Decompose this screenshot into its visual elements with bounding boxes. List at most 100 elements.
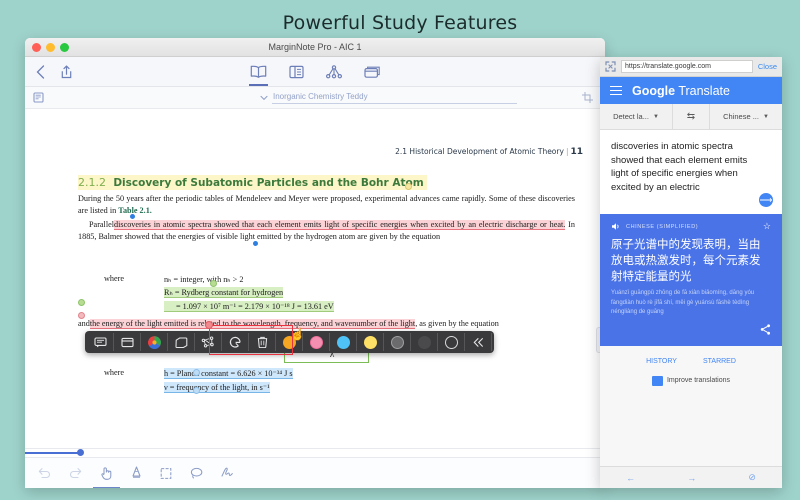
annotation-dot-blue-1[interactable] (193, 369, 200, 376)
annotation-handle-end[interactable] (252, 240, 259, 247)
app-window: MarginNote Pro - AIC 1 31 (25, 38, 605, 488)
paragraph-3: andthe energy of the light emitted is re… (78, 318, 575, 330)
maximize-button[interactable] (60, 43, 69, 52)
paragraph-1-text: During the 50 years after the periodic t… (78, 194, 575, 215)
swatch-blue[interactable] (330, 333, 357, 351)
highlight-blue-2[interactable]: ν = frequency of the light, in s⁻¹ (164, 382, 270, 393)
target-language-label: Chinese ... (723, 112, 759, 121)
swatch-white[interactable] (438, 333, 465, 351)
collapse-chevron-icon[interactable] (465, 333, 492, 351)
swatch-yellow[interactable] (357, 333, 384, 351)
running-head-text: 2.1 Historical Development of Atomic The… (395, 147, 564, 156)
window-titlebar: MarginNote Pro - AIC 1 (25, 38, 605, 57)
starred-link[interactable]: STARRED (703, 358, 736, 365)
improve-translations-link[interactable]: Improve translations (600, 376, 782, 386)
share-icon[interactable] (611, 324, 771, 337)
where-label-1: where (78, 274, 164, 284)
swatch-dark[interactable] (411, 333, 438, 351)
color-wheel-icon[interactable] (141, 333, 168, 351)
bottom-toolbar (25, 457, 605, 488)
target-language-select[interactable]: Chinese ... ▼ (710, 104, 782, 129)
rectangle-icon[interactable] (160, 467, 172, 480)
source-language-label: Detect la... (613, 112, 649, 121)
paragraph-2: Paralleldiscoveries in atomic spectra sh… (78, 219, 575, 244)
highlight-green-1[interactable]: Rₕ = Rydberg constant for hydrogen (164, 287, 283, 298)
chevron-down-icon: ▼ (763, 114, 769, 120)
paragraph-3-tail: , as given by the equation (415, 319, 499, 328)
where-label-2: where (78, 368, 164, 379)
select-hand-icon[interactable] (100, 466, 113, 480)
window-controls (32, 43, 69, 52)
where-row-2b: = 1.097 × 10⁷ m⁻¹ = 2.179 × 10⁻¹⁸ J = 13… (78, 301, 575, 312)
where-text-1: nₕ = integer, with nₕ > 2 (164, 274, 243, 284)
url-input[interactable]: https://translate.google.com (621, 60, 753, 73)
pen-icon[interactable] (131, 466, 142, 480)
star-icon[interactable]: ☆ (763, 221, 771, 232)
close-button[interactable] (32, 43, 41, 52)
annotation-dot-green-2[interactable] (78, 299, 85, 306)
split-view-icon[interactable] (289, 65, 304, 79)
tag-icon[interactable] (168, 333, 195, 351)
language-selector-row: Detect la... ▼ ⇆ Chinese ... ▼ (600, 104, 782, 130)
document-body: 2.1.2 Discovery of Subatomic Particles a… (78, 173, 575, 396)
freehand-icon[interactable] (221, 467, 235, 479)
source-text-area[interactable]: discoveries in atomic spectra showed tha… (600, 130, 782, 214)
mindmap-icon[interactable] (326, 65, 342, 79)
source-language-select[interactable]: Detect la... ▼ (600, 104, 672, 129)
study-cards-icon[interactable]: 31 (364, 65, 381, 79)
breadcrumb-label: Inorganic Chemistry Teddy (272, 92, 517, 104)
where-row-1: where nₕ = integer, with nₕ > 2 (78, 274, 575, 284)
close-button[interactable]: Close (758, 62, 777, 71)
window-title: MarginNote Pro - AIC 1 (25, 38, 605, 57)
nav-stop-icon[interactable]: ⊘ (748, 472, 756, 483)
where-row-3: where h = Planck constant = 6.626 × 10⁻³… (78, 368, 575, 379)
menu-icon[interactable] (610, 86, 622, 96)
translate-submit-button[interactable]: ⟶ (759, 193, 773, 207)
cursor-pointer-icon: ☝ (290, 327, 305, 341)
annotation-handle-start[interactable] (129, 213, 136, 220)
where-row-2: Rₕ = Rydberg constant for hydrogen (78, 287, 575, 298)
back-chevron-icon[interactable] (36, 65, 45, 79)
speaker-icon[interactable] (611, 222, 621, 231)
annotation-dot-blue-2[interactable] (193, 387, 200, 394)
section-title: Discovery of Subatomic Particles and the… (113, 177, 423, 189)
breadcrumb-bar: Inorganic Chemistry Teddy (25, 87, 605, 109)
annotation-dot-yellow[interactable] (405, 183, 412, 190)
zoom-knob[interactable] (77, 449, 84, 456)
trash-icon[interactable] (249, 333, 276, 351)
brand-translate: Translate (678, 84, 730, 98)
chevron-down-icon (260, 95, 268, 101)
history-link[interactable]: HISTORY (646, 358, 677, 365)
document-page[interactable]: 2.1 Historical Development of Atomic The… (25, 109, 605, 457)
lasso-icon[interactable] (190, 467, 203, 479)
zoom-track (25, 452, 83, 454)
crop-icon[interactable] (582, 92, 593, 103)
book-view-icon[interactable] (250, 65, 267, 79)
highlight-pink-2[interactable]: the energy of the light emitted is relat… (90, 319, 415, 329)
annotation-toolbar[interactable]: ☝ (85, 331, 494, 353)
share-icon[interactable] (61, 65, 72, 79)
document-search-icon[interactable] (33, 92, 44, 103)
nav-forward-icon[interactable]: → (687, 473, 696, 483)
swatch-pink[interactable] (303, 333, 330, 351)
card-icon[interactable] (114, 333, 141, 351)
swatch-gray[interactable] (384, 333, 411, 351)
breadcrumb[interactable]: Inorganic Chemistry Teddy (260, 92, 517, 104)
undo-icon[interactable] (38, 467, 51, 479)
highlight-blue-1[interactable]: h = Planck constant = 6.626 × 10⁻³⁴ J s (164, 368, 293, 379)
contribute-icon (652, 376, 663, 386)
swap-languages-icon[interactable]: ⇆ (672, 104, 710, 129)
zoom-slider[interactable] (25, 448, 605, 457)
annotation-dot-green-1[interactable] (210, 280, 217, 287)
nav-back-icon[interactable]: ← (626, 473, 635, 483)
redo-icon[interactable] (69, 467, 82, 479)
minimize-button[interactable] (46, 43, 55, 52)
highlight-pink-1[interactable]: discoveries in atomic spectra showed tha… (114, 220, 565, 230)
chevron-down-icon: ▼ (653, 114, 659, 120)
comment-icon[interactable] (87, 333, 114, 351)
google-search-icon[interactable] (222, 333, 249, 351)
highlight-green-2[interactable]: = 1.097 × 10⁷ m⁻¹ = 2.179 × 10⁻¹⁸ J = 13… (164, 301, 334, 312)
expand-icon[interactable] (605, 61, 616, 72)
annotation-dot-pink[interactable] (78, 312, 85, 319)
mindmap-icon[interactable] (195, 333, 222, 351)
